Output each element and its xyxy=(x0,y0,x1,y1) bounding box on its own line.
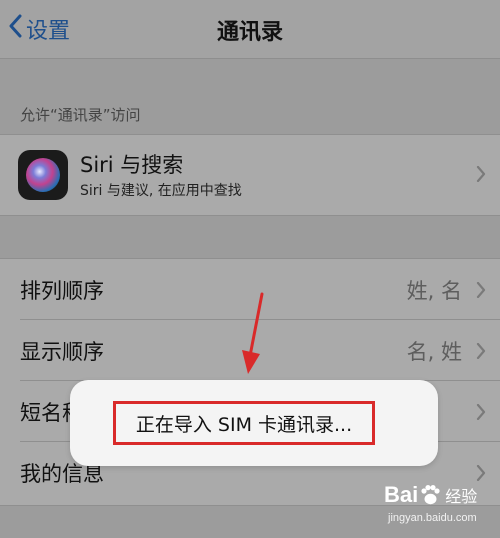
baidu-jingyan-watermark: Bai 经验 jingyan.baidu.com xyxy=(384,482,496,534)
row-value: 姓, 名 xyxy=(406,279,462,303)
row-label: 显示顺序 xyxy=(20,340,104,364)
paw-icon xyxy=(419,484,441,506)
chevron-right-icon xyxy=(476,165,486,183)
chevron-right-icon xyxy=(476,464,486,482)
import-progress-dialog: 正在导入 SIM 卡通讯录... xyxy=(70,380,438,466)
section-header: 允许“通讯录”访问 xyxy=(20,106,141,124)
navigation-bar: 设置 通讯录 xyxy=(0,0,500,59)
import-status-message: 正在导入 SIM 卡通讯录... xyxy=(113,401,375,445)
chevron-right-icon xyxy=(476,403,486,421)
row-label: 排列顺序 xyxy=(20,279,104,303)
row-value: 名, 姓 xyxy=(406,340,462,364)
siri-row-subtitle: Siri 与建议, 在应用中查找 xyxy=(80,183,242,199)
siri-icon xyxy=(18,150,68,200)
page-title: 通讯录 xyxy=(216,20,283,45)
watermark-brand-right: 经验 xyxy=(445,489,478,506)
watermark-url: jingyan.baidu.com xyxy=(388,512,477,524)
chevron-right-icon xyxy=(476,281,486,299)
watermark-brand-left: Bai xyxy=(384,482,419,507)
siri-search-row[interactable]: Siri 与搜索 Siri 与建议, 在应用中查找 xyxy=(0,134,500,216)
red-arrow-icon xyxy=(236,292,266,382)
siri-row-title: Siri 与搜索 xyxy=(80,153,184,177)
chevron-right-icon xyxy=(476,342,486,360)
